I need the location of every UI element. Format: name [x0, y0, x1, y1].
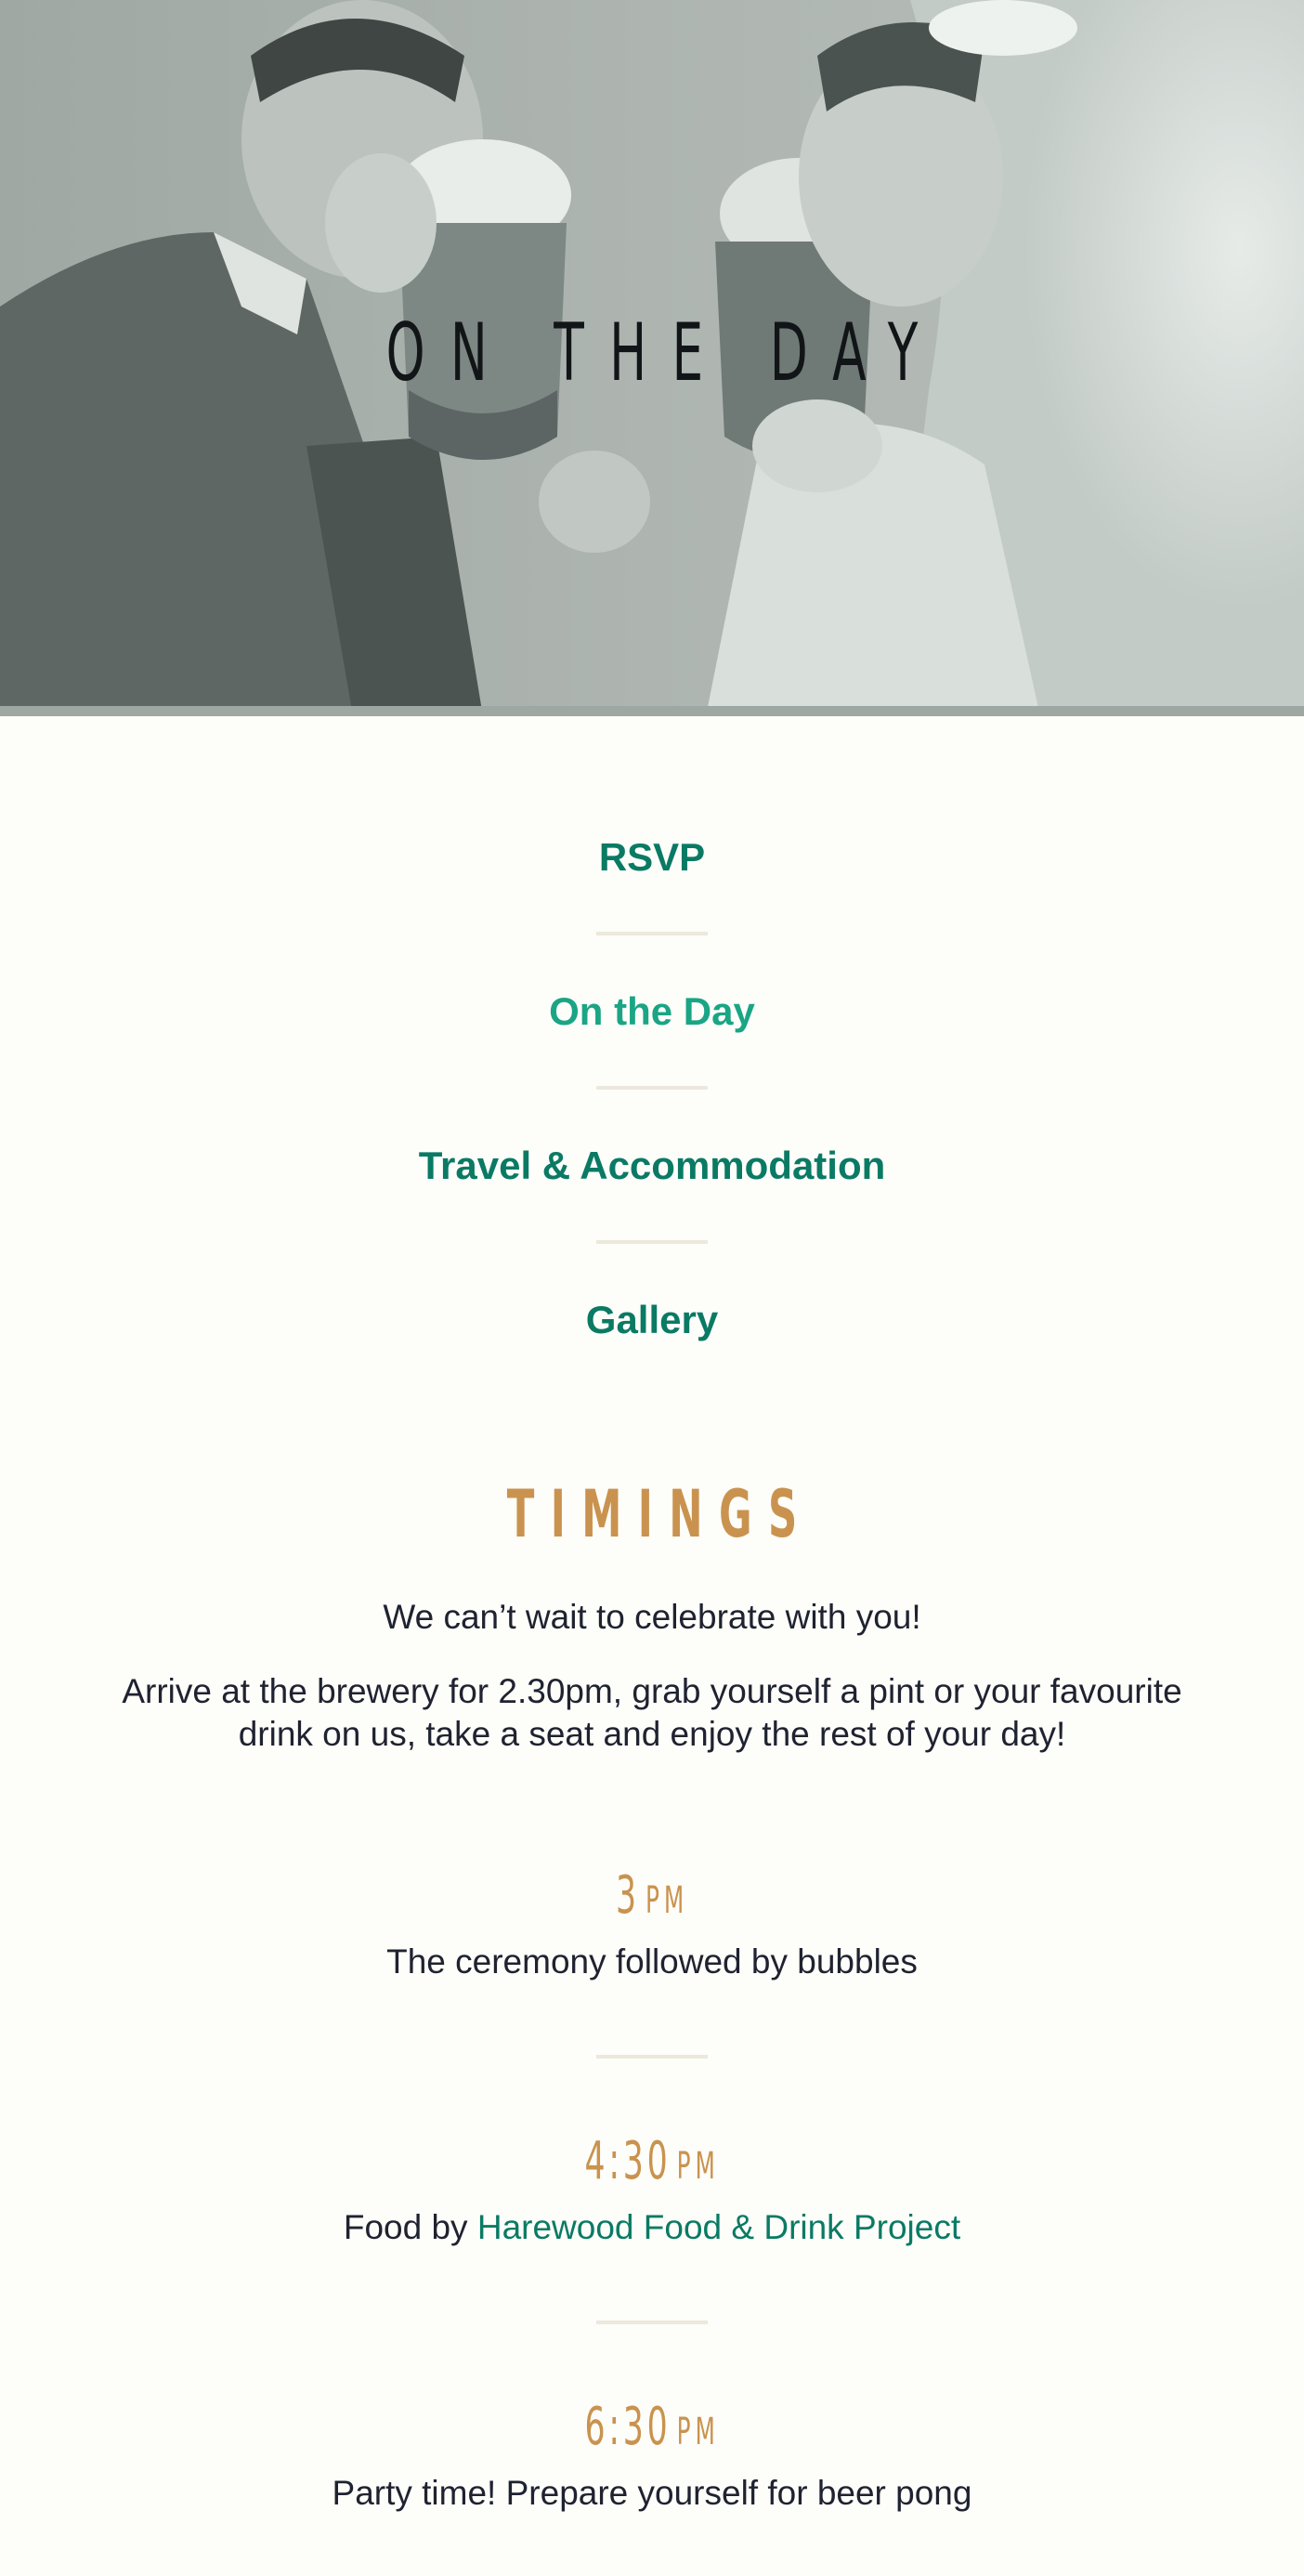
nav-divider [596, 932, 708, 935]
nav-divider [596, 1240, 708, 1244]
nav-item-on-the-day[interactable]: On the Day [549, 976, 755, 1047]
timeline: 3 PM The ceremony followed by bubbles 4:3… [0, 1856, 1304, 2519]
timings-intro: We can’t wait to celebrate with you! Arr… [93, 1596, 1211, 1756]
nav-item-travel-accommodation[interactable]: Travel & Accommodation [419, 1131, 886, 1201]
event-description: Party time! Prepare yourself for beer po… [333, 2467, 972, 2519]
timeline-divider [596, 2321, 708, 2324]
nav-item-gallery[interactable]: Gallery [586, 1285, 718, 1355]
hero-banner: ON THE DAY [0, 0, 1304, 716]
event-description: The ceremony followed by bubbles [386, 1936, 918, 1988]
event-description-text: Party time! Prepare yourself for beer po… [332, 2474, 972, 2512]
event-time-ampm: PM [676, 2145, 720, 2188]
event-time: 6:30 PM [584, 2387, 719, 2467]
page-title: ON THE DAY [385, 307, 944, 399]
event-time-ampm: PM [645, 1879, 689, 1922]
main-navigation: RSVP On the Day Travel & Accommodation G… [0, 822, 1304, 1355]
event-time-value: 6:30 [584, 2397, 672, 2457]
event-description: Food by Harewood Food & Drink Project [344, 2202, 960, 2254]
event-time: 4:30 PM [584, 2122, 719, 2202]
timings-heading: TIMINGS [506, 1476, 814, 1552]
intro-line-arrival: Arrive at the brewery for 2.30pm, grab y… [122, 1672, 1182, 1753]
event-description-text: Food by [343, 2208, 477, 2246]
intro-line-welcome: We can’t wait to celebrate with you! [383, 1598, 921, 1636]
event-time-ampm: PM [676, 2411, 720, 2453]
event-time-value: 3 [615, 1865, 640, 1926]
caterer-link[interactable]: Harewood Food & Drink Project [477, 2208, 960, 2246]
event-time-value: 4:30 [584, 2131, 672, 2191]
event-time: 3 PM [616, 1856, 688, 1936]
timeline-divider [596, 2055, 708, 2059]
nav-divider [596, 1086, 708, 1090]
nav-item-rsvp[interactable]: RSVP [599, 822, 705, 893]
event-description-text: The ceremony followed by bubbles [386, 1942, 918, 1981]
